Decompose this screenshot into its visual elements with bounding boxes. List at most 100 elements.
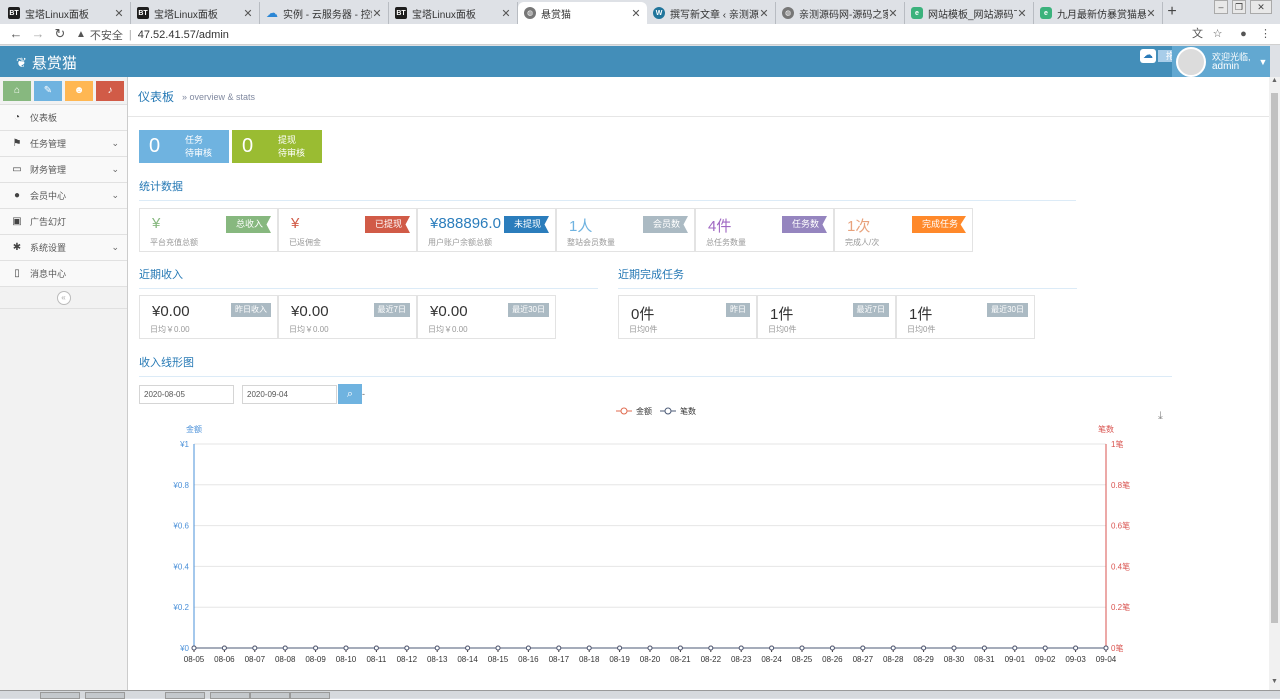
logo[interactable]: ❦ 悬赏猫 xyxy=(16,52,77,73)
new-tab-button[interactable]: + xyxy=(1162,3,1182,21)
browser-tab[interactable]: ◍ 亲测源码网-源码之家 ✕ xyxy=(776,2,905,24)
stat-tag: 完成任务 xyxy=(911,216,966,233)
double-chevron-left-icon[interactable]: « xyxy=(56,290,71,305)
close-tab-icon[interactable]: ✕ xyxy=(372,7,382,20)
y-left-tick-label: ¥0 xyxy=(179,644,189,653)
card-sub: 日均￥0.00 xyxy=(150,325,190,334)
reload-icon[interactable]: ↻ xyxy=(52,26,68,42)
series-point xyxy=(860,645,866,651)
restore-icon[interactable]: ❐ xyxy=(1232,0,1246,14)
sidebar-collapse[interactable]: « xyxy=(0,287,127,309)
translate-icon[interactable]: 文 xyxy=(1190,27,1205,42)
close-tab-icon[interactable]: ✕ xyxy=(1146,7,1156,20)
close-window-icon[interactable]: ✕ xyxy=(1250,0,1272,14)
sidebar-item[interactable]: ▭ 财务管理 ⌄ xyxy=(0,157,127,183)
series-point xyxy=(191,645,197,651)
card-tag: 最近7日 xyxy=(373,303,410,317)
close-tab-icon[interactable]: ✕ xyxy=(1017,7,1027,20)
back-icon[interactable]: ← xyxy=(8,26,24,42)
browser-tab[interactable]: e 九月最新仿暴赏猫悬赏✕ xyxy=(1034,2,1163,24)
scroll-up-icon[interactable]: ▲ xyxy=(1269,77,1280,89)
tasks-card: 1件 日均0件 最近30日 xyxy=(896,295,1035,339)
sidebar-item[interactable]: ▯ 消息中心 xyxy=(0,261,127,287)
date-to-input[interactable]: 2020-09-04 xyxy=(242,385,337,404)
close-tab-icon[interactable]: ✕ xyxy=(243,7,253,20)
y-left-tick-label: ¥0.2 xyxy=(172,603,189,612)
tasks-card: 1件 日均0件 最近7日 xyxy=(757,295,896,339)
x-tick-label: 08-29 xyxy=(913,655,934,664)
minimize-icon[interactable]: – xyxy=(1214,0,1228,14)
browser-tab[interactable]: ☁ 实例 - 云服务器 - 控制台✕ xyxy=(260,2,389,24)
forward-icon[interactable]: → xyxy=(30,26,46,42)
star-icon[interactable]: ☆ xyxy=(1210,27,1225,42)
browser-tab[interactable]: BT 宝塔Linux面板 ✕ xyxy=(389,2,518,24)
address-bar[interactable]: ▲ 不安全 | 47.52.41.57/admin xyxy=(76,26,1176,43)
sidebar-menu: ◔ 仪表板 ⚑ 任务管理 ⌄ ▭ 财务管理 ⌄ ● 会员中心 ⌄ ▣ 广告幻灯 ✱ 系统设置 ⌄ ▯ 消息中心 xyxy=(0,105,127,287)
browser-tab[interactable]: BT 宝塔Linux面板 ✕ xyxy=(2,2,131,24)
page-title: 仪表板 xyxy=(138,90,175,104)
stat-value: 4件 xyxy=(708,218,732,235)
close-tab-icon[interactable]: ✕ xyxy=(501,7,511,20)
browser-tab[interactable]: e 网站模板_网站源码下载✕ xyxy=(905,2,1034,24)
main-content: 仪表板 » overview & stats 统计数据 近期收入 近期完成任务 … xyxy=(128,77,1269,690)
income-line-chart: ¥0 0笔 ¥0.2 0.2笔 ¥0.4 0.4笔 ¥0.6 0.6笔 ¥0.8 0.8笔 ¥1 1笔… xyxy=(172,407,1163,664)
chevron-down-icon: ⌄ xyxy=(111,190,119,200)
sidebar-item[interactable]: ✱ 系统设置 ⌄ xyxy=(0,235,127,261)
sidebar-item[interactable]: ◔ 仪表板 xyxy=(0,105,127,131)
series-point xyxy=(829,645,835,651)
menu-icon[interactable]: ⋮ xyxy=(1258,27,1273,42)
close-tab-icon[interactable]: ✕ xyxy=(114,7,124,20)
page-scrollbar[interactable]: ▲ ▼ xyxy=(1269,77,1280,690)
x-tick-label: 08-26 xyxy=(822,655,843,664)
download-icon[interactable]: ⤓ xyxy=(1158,409,1163,422)
sidebar-item[interactable]: ▣ 广告幻灯 xyxy=(0,209,127,235)
scroll-down-icon[interactable]: ▼ xyxy=(1269,678,1280,690)
tab-title: 宝塔Linux面板 xyxy=(25,9,89,21)
browser-tab[interactable]: W 撰写新文章 ‹ 亲测源码网✕ xyxy=(647,2,776,24)
logo-text: 悬赏猫 xyxy=(31,55,77,72)
user-menu[interactable]: 欢迎光临, admin ▼ xyxy=(1172,46,1270,77)
bt-icon: BT xyxy=(8,7,20,19)
x-tick-label: 08-31 xyxy=(974,655,995,664)
card-sub: 日均0件 xyxy=(629,325,658,334)
scrollbar-thumb[interactable] xyxy=(1271,93,1278,623)
series-point xyxy=(221,645,227,651)
bell-shortcut-button[interactable]: ♪ xyxy=(96,80,124,101)
close-tab-icon[interactable]: ✕ xyxy=(759,7,769,20)
close-tab-icon[interactable]: ✕ xyxy=(631,7,641,20)
browser-tab-bar: BT 宝塔Linux面板 ✕ BT 宝塔Linux面板 ✕ ☁ 实例 - 云服务器 - 控制台… xyxy=(0,0,1280,24)
stat-value: 1人 xyxy=(569,218,593,235)
home-shortcut-button[interactable]: ⌂ xyxy=(3,80,31,101)
series-point xyxy=(434,645,440,651)
close-tab-icon[interactable]: ✕ xyxy=(888,7,898,20)
x-tick-label: 08-13 xyxy=(427,655,448,664)
x-tick-label: 08-21 xyxy=(670,655,691,664)
browser-tab[interactable]: BT 宝塔Linux面板 ✕ xyxy=(131,2,260,24)
series-point xyxy=(677,645,683,651)
sidebar-item-label: 财务管理 xyxy=(30,165,67,175)
globe-icon: ◍ xyxy=(524,7,536,19)
income-card: ¥0.00 日均￥0.00 昨日收入 xyxy=(139,295,278,339)
search-button[interactable]: ⌕ xyxy=(338,384,362,404)
sidebar-item[interactable]: ● 会员中心 ⌄ xyxy=(0,183,127,209)
profile-icon[interactable]: ● xyxy=(1236,27,1251,42)
pencil-icon: ✎ xyxy=(43,84,53,96)
card-value: 1件 xyxy=(770,306,794,323)
green-icon: e xyxy=(911,7,923,19)
series-point xyxy=(1012,645,1018,651)
x-tick-label: 09-04 xyxy=(1096,655,1117,664)
pending-box[interactable]: 0 提现 待审核 xyxy=(232,130,322,163)
legend-label: 笔数 xyxy=(680,407,696,416)
pending-box[interactable]: 0 任务 待审核 xyxy=(139,130,229,163)
stats-title: 统计数据 xyxy=(139,178,1076,201)
users-shortcut-button[interactable]: ☻ xyxy=(65,80,93,101)
browser-tab[interactable]: ◍ 悬赏猫 ✕ xyxy=(518,2,647,24)
stat-box: ¥888896.0 用户账户余额总额 未提现 xyxy=(417,208,556,252)
wallet-icon: ▭ xyxy=(12,164,22,175)
warning-icon: ▲ xyxy=(76,29,86,40)
pencil-shortcut-button[interactable]: ✎ xyxy=(34,80,62,101)
sidebar-item[interactable]: ⚑ 任务管理 ⌄ xyxy=(0,131,127,157)
gear-icon: ✱ xyxy=(12,242,22,253)
card-value: ¥0.00 xyxy=(152,303,190,320)
date-from-input[interactable]: 2020-08-05 xyxy=(139,385,234,404)
